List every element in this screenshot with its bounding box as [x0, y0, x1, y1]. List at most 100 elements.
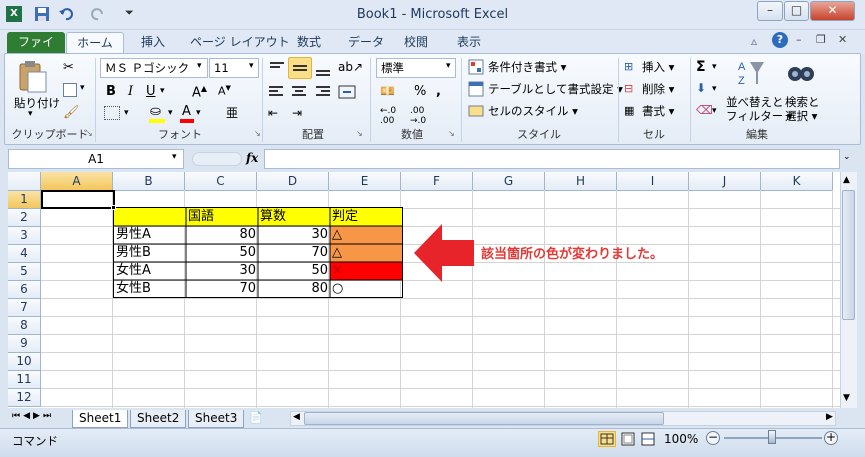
formula-expand-icon[interactable]: ⌄ [843, 152, 851, 162]
autosum-dropdown-icon[interactable]: ▾ [712, 62, 717, 72]
cell-d5[interactable]: 50 [258, 262, 330, 280]
orientation-icon[interactable]: ab↗ [338, 60, 363, 74]
sheet-tab-3[interactable]: Sheet3 [188, 410, 245, 428]
cell-c4[interactable]: 50 [186, 244, 258, 262]
zoom-in-icon[interactable]: + [824, 431, 838, 445]
font-launcher-icon[interactable]: ↘ [254, 129, 261, 138]
row-header-10[interactable]: 10 [8, 353, 41, 371]
borders-icon[interactable] [104, 106, 120, 120]
format-painter-icon[interactable]: 🖌 [63, 105, 80, 120]
doc-minimize-icon[interactable]: – [796, 33, 802, 46]
comma-icon[interactable]: , [436, 84, 441, 99]
tab-formulas[interactable]: 数式 [287, 32, 331, 54]
number-format-dropdown-icon[interactable]: ▾ [446, 61, 451, 71]
page-break-view-icon[interactable] [640, 432, 656, 449]
name-box[interactable]: A1 [8, 149, 184, 169]
italic-icon[interactable]: I [128, 84, 133, 99]
column-header-j[interactable]: J [689, 172, 761, 191]
name-box-dropdown-icon[interactable]: ▾ [172, 152, 177, 162]
row-header-8[interactable]: 8 [8, 317, 41, 335]
increase-decimal-icon[interactable]: ←.0.00 [380, 106, 396, 126]
clear-icon[interactable]: ⌫ [696, 103, 713, 117]
doc-restore-icon[interactable]: ❐ [816, 33, 826, 46]
cell-e5[interactable]: × [330, 262, 402, 280]
formula-input[interactable] [264, 149, 840, 169]
cell-e2[interactable]: 判定 [330, 208, 402, 226]
cell-c6[interactable]: 70 [186, 280, 258, 298]
fill-icon[interactable]: ⬇ [696, 81, 706, 95]
help-icon[interactable]: ? [772, 32, 788, 48]
align-top-icon[interactable] [268, 60, 286, 79]
row-header-9[interactable]: 9 [8, 335, 41, 353]
horizontal-scroll-thumb[interactable] [304, 412, 664, 425]
format-as-table-icon[interactable] [468, 81, 484, 100]
tab-insert[interactable]: 挿入 [131, 32, 175, 54]
paste-icon[interactable] [14, 60, 50, 94]
insert-function-icon[interactable]: fx [246, 151, 258, 165]
decrease-decimal-icon[interactable]: .00 →.0 [410, 106, 426, 126]
scroll-left-icon[interactable]: ◀ [293, 412, 300, 422]
format-as-table-button[interactable]: テーブルとして書式設定 ▾ [488, 81, 623, 97]
insert-cells-button[interactable]: 挿入 ▾ [642, 59, 674, 75]
cell-b2[interactable] [114, 208, 186, 226]
format-cells-button[interactable]: 書式 ▾ [642, 103, 674, 119]
autosum-icon[interactable]: Σ [696, 59, 706, 75]
align-middle-button[interactable] [288, 57, 312, 79]
cell-b3[interactable]: 男性A [114, 226, 186, 244]
cell-d2[interactable]: 算数 [258, 208, 330, 226]
copy-dropdown-icon[interactable]: ▾ [80, 83, 85, 93]
column-header-e[interactable]: E [329, 172, 401, 191]
find-select-button-line2[interactable]: 選択 ▾ [785, 108, 817, 124]
vertical-scroll-thumb[interactable] [842, 190, 855, 320]
phonetic-icon[interactable]: 亜 [226, 104, 238, 121]
alignment-launcher-icon[interactable]: ↘ [356, 129, 363, 138]
row-header-2[interactable]: 2 [8, 209, 41, 227]
column-header-g[interactable]: G [473, 172, 545, 191]
tab-home[interactable]: ホーム [66, 32, 124, 54]
select-all-button[interactable] [8, 172, 41, 191]
sort-filter-icon[interactable]: AZ [736, 58, 766, 91]
sort-filter-button-line2[interactable]: フィルター ▾ [726, 108, 793, 124]
cell-b5[interactable]: 女性A [114, 262, 186, 280]
row-header-5[interactable]: 5 [8, 263, 41, 281]
fill-color-dropdown-icon[interactable]: ▾ [168, 108, 173, 118]
close-button[interactable]: ✕ [810, 1, 855, 21]
cell-c5[interactable]: 30 [186, 262, 258, 280]
row-header-1[interactable]: 1 [8, 191, 41, 209]
percent-icon[interactable]: % [414, 84, 426, 99]
page-layout-view-icon[interactable] [620, 432, 636, 449]
column-header-b[interactable]: B [113, 172, 185, 191]
cut-icon[interactable]: ✂ [63, 60, 74, 75]
row-header-7[interactable]: 7 [8, 299, 41, 317]
find-select-icon[interactable] [786, 58, 816, 91]
delete-cells-icon[interactable]: ⊟ [624, 82, 633, 95]
increase-indent-icon[interactable]: ⇥ [292, 106, 302, 120]
number-launcher-icon[interactable]: ↘ [448, 129, 455, 138]
font-name-dropdown-icon[interactable]: ▾ [197, 61, 202, 71]
merge-center-icon[interactable] [338, 84, 358, 103]
tab-view[interactable]: 表示 [447, 32, 491, 54]
delete-cells-button[interactable]: 削除 ▾ [642, 81, 674, 97]
minimize-button[interactable]: – [757, 1, 783, 21]
font-size-dropdown-icon[interactable]: ▾ [249, 61, 254, 71]
column-header-d[interactable]: D [257, 172, 329, 191]
number-format-select[interactable]: 標準 [376, 58, 456, 78]
fill-handle[interactable] [111, 205, 116, 210]
zoom-level[interactable]: 100% [664, 432, 698, 446]
align-right-icon[interactable] [314, 84, 332, 103]
insert-cells-icon[interactable]: ⊞ [624, 60, 633, 73]
align-left-icon[interactable] [268, 84, 286, 103]
align-center-icon[interactable] [290, 84, 308, 103]
decrease-indent-icon[interactable]: ⇤ [268, 106, 278, 120]
borders-dropdown-icon[interactable]: ▾ [124, 108, 129, 118]
fill-color-icon[interactable]: ⛀ [150, 104, 161, 119]
column-header-i[interactable]: I [617, 172, 689, 191]
font-color-dropdown-icon[interactable]: ▾ [196, 108, 201, 118]
row-header-12[interactable]: 12 [8, 389, 41, 407]
doc-close-icon[interactable]: ✕ [838, 33, 847, 46]
sheet-tab-2[interactable]: Sheet2 [130, 410, 187, 428]
tab-review[interactable]: 校閲 [394, 32, 438, 54]
ribbon-minimize-icon[interactable]: ▵ [751, 34, 757, 48]
shrink-font-icon[interactable]: A▼ [218, 84, 231, 98]
normal-view-icon[interactable] [598, 431, 616, 447]
